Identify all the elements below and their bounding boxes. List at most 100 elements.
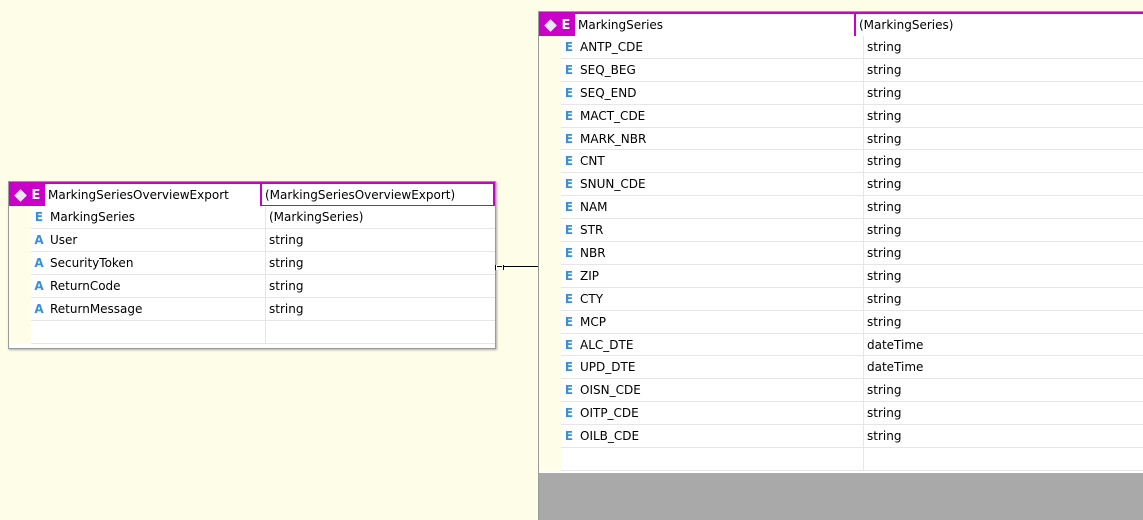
entity-row[interactable]: A User string [9, 229, 495, 252]
entity-row[interactable]: E MarkingSeries (MarkingSeries) [9, 206, 495, 229]
row-type-empty[interactable] [266, 321, 495, 344]
row-type[interactable]: string [864, 196, 1143, 220]
row-type[interactable]: string [864, 150, 1143, 174]
entity-row[interactable]: E MACT_CDE string [539, 104, 1143, 128]
row-name[interactable]: NAM [577, 196, 864, 220]
entity-row[interactable]: E SNUN_CDE string [539, 173, 1143, 197]
row-type[interactable]: string [864, 425, 1143, 449]
collapse-box-icon[interactable] [495, 265, 504, 270]
row-type[interactable]: dateTime [864, 334, 1143, 357]
entity-row[interactable]: E UPD_DTE dateTime [539, 356, 1143, 380]
row-type[interactable]: string [864, 128, 1143, 151]
row-name[interactable]: SEQ_BEG [577, 58, 864, 82]
row-gutter [539, 173, 561, 197]
row-name[interactable]: NBR [577, 242, 864, 265]
row-name[interactable]: MACT_CDE [577, 104, 864, 128]
row-gutter [9, 275, 31, 298]
row-name[interactable]: ReturnMessage [47, 298, 266, 321]
row-gutter [9, 206, 31, 229]
row-type[interactable]: string [864, 173, 1143, 197]
row-type[interactable]: string [864, 59, 1143, 82]
entity-row[interactable]: E ALC_DTE dateTime [539, 333, 1143, 357]
row-type[interactable]: string [864, 242, 1143, 265]
entity-row[interactable]: E OILB_CDE string [539, 425, 1143, 449]
entity-row[interactable]: E SEQ_BEG string [539, 58, 1143, 82]
row-type[interactable]: string [266, 275, 495, 298]
empty-row[interactable] [539, 448, 1143, 471]
entity-row[interactable]: E MARK_NBR string [539, 127, 1143, 151]
row-type[interactable]: string [266, 229, 495, 252]
row-type[interactable]: string [864, 219, 1143, 243]
entity-header[interactable]: E MarkingSeries (MarkingSeries) [539, 12, 1143, 36]
row-gutter [9, 298, 31, 321]
attribute-icon: A [31, 298, 47, 321]
row-name[interactable]: MARK_NBR [577, 127, 864, 151]
entity-row[interactable]: E CNT string [539, 150, 1143, 174]
entity-row[interactable]: E STR string [539, 219, 1143, 243]
entity-row[interactable]: E OITP_CDE string [539, 402, 1143, 426]
row-name[interactable]: OITP_CDE [577, 402, 864, 426]
entity-marking-series-overview-export[interactable]: E MarkingSeriesOverviewExport (MarkingSe… [8, 181, 496, 349]
row-type[interactable]: string [864, 311, 1143, 334]
row-name[interactable]: SecurityToken [47, 252, 266, 275]
row-name[interactable]: ALC_DTE [577, 333, 864, 357]
row-name[interactable]: ZIP [577, 264, 864, 288]
row-type-empty[interactable] [864, 448, 1143, 471]
row-type[interactable]: string [266, 252, 495, 275]
row-name[interactable]: OISN_CDE [577, 379, 864, 403]
element-icon: E [561, 196, 577, 220]
row-name[interactable]: MCP [577, 310, 864, 334]
row-name[interactable]: MarkingSeries [47, 206, 266, 229]
row-name-empty[interactable] [47, 321, 266, 344]
row-type[interactable]: string [864, 288, 1143, 311]
row-name[interactable]: STR [577, 219, 864, 243]
entity-row[interactable]: E NBR string [539, 242, 1143, 265]
attribute-icon: A [31, 252, 47, 275]
row-type[interactable]: string [864, 265, 1143, 288]
row-type[interactable]: string [864, 105, 1143, 128]
row-name[interactable]: CNT [577, 150, 864, 174]
row-type[interactable]: (MarkingSeries) [266, 206, 495, 229]
row-type[interactable]: string [864, 402, 1143, 426]
element-icon: E [561, 311, 577, 334]
diagram-footer [539, 473, 1143, 520]
row-type[interactable]: string [864, 379, 1143, 403]
row-name[interactable]: OILB_CDE [577, 425, 864, 449]
entity-row[interactable]: A SecurityToken string [9, 252, 495, 275]
entity-type[interactable]: (MarkingSeriesOverviewExport) [260, 184, 495, 206]
attribute-icon: A [31, 275, 47, 298]
row-gutter [539, 310, 561, 334]
row-name[interactable]: UPD_DTE [577, 356, 864, 380]
entity-row[interactable]: E SEQ_END string [539, 81, 1143, 105]
row-type[interactable]: dateTime [864, 356, 1143, 380]
row-name[interactable]: ANTP_CDE [577, 36, 864, 59]
entity-name[interactable]: MarkingSeries [575, 14, 854, 36]
row-gutter [539, 58, 561, 82]
entity-header[interactable]: E MarkingSeriesOverviewExport (MarkingSe… [9, 182, 495, 206]
relationship-connector[interactable] [495, 265, 539, 270]
empty-row[interactable] [9, 321, 495, 344]
entity-row[interactable]: E MCP string [539, 310, 1143, 334]
entity-row[interactable]: E ANTP_CDE string [539, 36, 1143, 59]
row-name[interactable]: SNUN_CDE [577, 173, 864, 197]
entity-row[interactable]: A ReturnMessage string [9, 298, 495, 321]
entity-row[interactable]: E CTY string [539, 287, 1143, 311]
entity-row[interactable]: A ReturnCode string [9, 275, 495, 298]
diamond-icon [544, 18, 557, 32]
row-name[interactable]: SEQ_END [577, 81, 864, 105]
row-type[interactable]: string [864, 82, 1143, 105]
element-icon: E [561, 82, 577, 105]
entity-row[interactable]: E OISN_CDE string [539, 379, 1143, 403]
row-name-empty[interactable] [577, 448, 864, 471]
row-type[interactable]: string [266, 298, 495, 321]
entity-marking-series[interactable]: E MarkingSeries (MarkingSeries) E ANTP_CD… [538, 11, 1143, 520]
diamond-icon [14, 188, 27, 202]
row-name[interactable]: CTY [577, 287, 864, 311]
row-name[interactable]: User [47, 229, 266, 252]
entity-type[interactable]: (MarkingSeries) [854, 14, 1143, 36]
row-name[interactable]: ReturnCode [47, 275, 266, 298]
entity-name[interactable]: MarkingSeriesOverviewExport [45, 184, 260, 206]
entity-row[interactable]: E NAM string [539, 196, 1143, 220]
entity-row[interactable]: E ZIP string [539, 264, 1143, 288]
row-type[interactable]: string [864, 36, 1143, 59]
